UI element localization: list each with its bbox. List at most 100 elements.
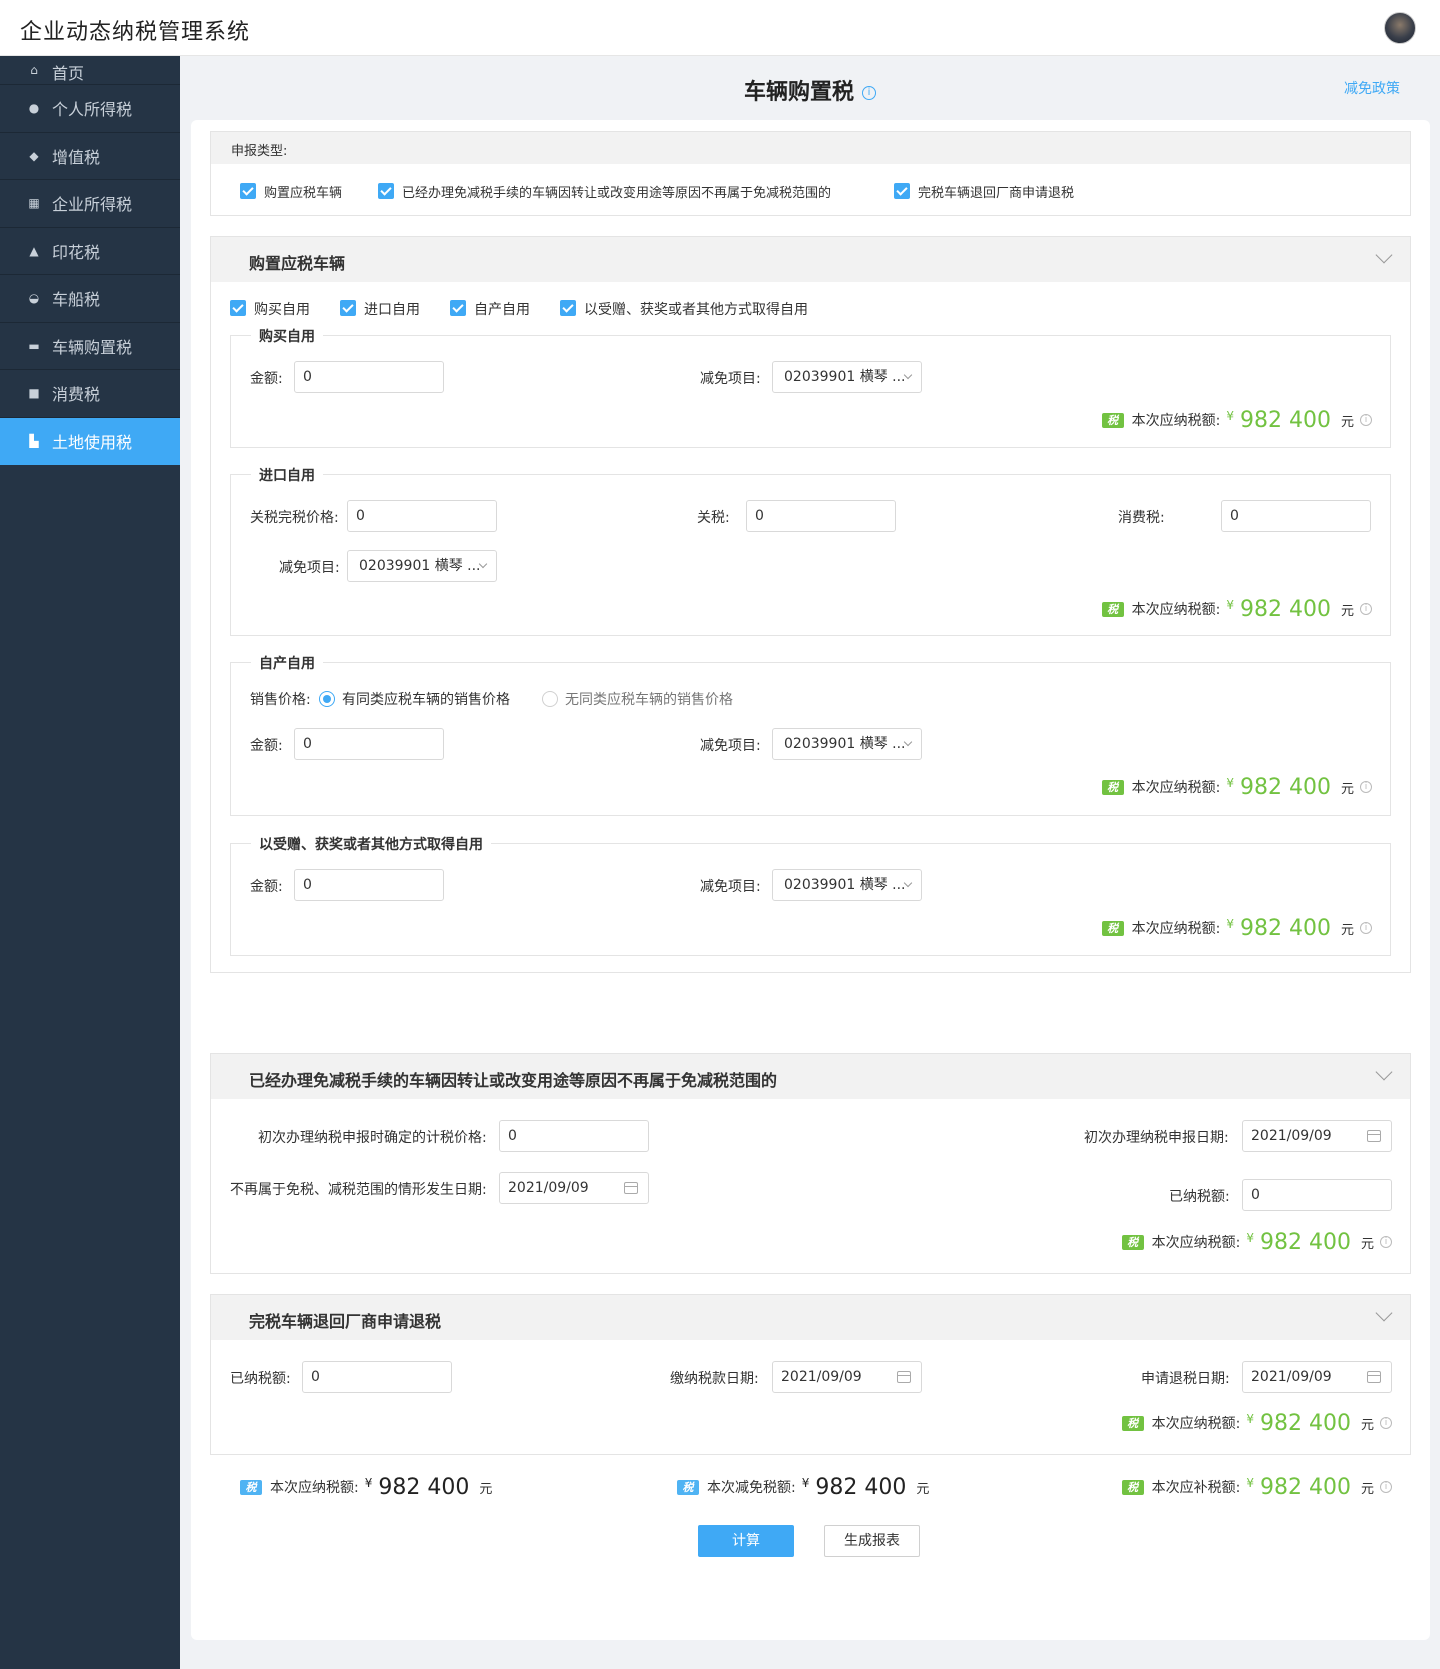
relief-select[interactable]: 02039901 横琴 ... [772,728,922,760]
checkbox-purchase-vehicle[interactable] [240,183,256,199]
relief-select-value: 02039901 横琴 ... [784,736,906,752]
tax-label: 本次应纳税额: [1151,1416,1241,1432]
amount-input[interactable]: 0 [294,869,444,901]
tax-amount-line: 税 本次应纳税额: ¥ 982 400 元 i [1101,406,1372,434]
tax-amount: 982 400 [1240,774,1331,800]
amount-label: 金额: [250,371,283,387]
section-purchase-vehicle-header[interactable]: 购置应税车辆 [211,237,1410,282]
sidebar-item-stamp-tax[interactable]: ▲ 印花税 [0,228,180,275]
unit: 元 [916,1481,930,1497]
sidebar-item-corporate-income-tax[interactable]: ▦ 企业所得税 [0,180,180,228]
occur-date-picker[interactable]: 2021/09/09 [499,1172,649,1204]
section-title: 完税车辆退回厂商申请退税 [249,1312,442,1331]
paid-tax-label: 已纳税额: [1169,1189,1230,1205]
radio-without-price[interactable] [542,691,558,707]
page-title-text: 车辆购置税 [743,80,854,105]
sidebar-item-land-use-tax[interactable]: ▙ 土地使用税 [0,417,180,465]
page-title: 车辆购置税 i [180,74,1440,106]
consumption-tax-input[interactable]: 0 [1221,500,1371,532]
unit: 元 [1360,1417,1374,1433]
tax-label: 本次应纳税额: [1131,413,1221,429]
refund-date-picker[interactable]: 2021/09/09 [1242,1361,1392,1393]
info-icon[interactable]: i [1360,603,1372,615]
page-header: 车辆购置税 i 减免政策 [180,56,1440,120]
sidebar-item-label: 土地使用税 [52,432,133,452]
checkbox-label: 以受赠、获奖或者其他方式取得自用 [584,302,808,318]
tax-amount: 982 400 [1260,1229,1351,1255]
unit: 元 [1340,414,1354,430]
info-icon[interactable]: i [1360,922,1372,934]
paid-tax-input[interactable]: 0 [1242,1179,1392,1211]
amount-label: 金额: [250,879,283,895]
checkbox-import-self-use[interactable] [340,300,356,316]
paid-tax-input[interactable]: 0 [302,1361,452,1393]
sidebar-item-vehicle-purchase-tax[interactable]: ▬ 车辆购置税 [0,323,180,370]
yen-sign: ¥ [1226,917,1234,931]
info-icon[interactable]: i [1360,414,1372,426]
tax-label: 本次应纳税额: [1131,780,1221,796]
first-date-picker[interactable]: 2021/09/09 [1242,1120,1392,1152]
relief-select[interactable]: 02039901 横琴 ... [772,361,922,393]
section-no-longer-exempt-header[interactable]: 已经办理免减税手续的车辆因转让或改变用途等原因不再属于免减税范围的 [211,1054,1410,1099]
fieldset-legend: 进口自用 [251,465,323,485]
sidebar-item-consumption-tax[interactable]: ■ 消费税 [0,370,180,418]
amount-input[interactable]: 0 [294,728,444,760]
sidebar-item-vessel-tax[interactable]: ◒ 车船税 [0,275,180,323]
tax-amount: 982 400 [1260,1410,1351,1436]
checkbox-label: 已经办理免减税手续的车辆因转让或改变用途等原因不再属于免减税范围的 [402,186,832,201]
info-icon[interactable]: i [1380,1417,1392,1429]
radio-label: 有同类应税车辆的销售价格 [342,692,510,708]
info-icon[interactable]: i [1380,1236,1392,1248]
info-icon[interactable]: i [1380,1481,1392,1493]
land-icon: ▙ [29,433,39,448]
relief-select[interactable]: 02039901 横琴 ... [772,869,922,901]
pay-date-picker[interactable]: 2021/09/09 [772,1361,922,1393]
relief-select[interactable]: 02039901 横琴 ... [347,550,497,582]
first-price-input[interactable]: 0 [499,1120,649,1152]
checkbox-no-longer-exempt[interactable] [378,183,394,199]
date-value: 2021/09/09 [508,1180,589,1196]
fieldset-self-produced: 自产自用 销售价格: 有同类应税车辆的销售价格 无同类应税车辆的销售价格 金额:… [230,653,1391,816]
yen-sign: ¥ [1246,1476,1254,1490]
info-icon[interactable]: i [862,86,876,100]
chevron-down-icon[interactable] [1375,1063,1393,1081]
sidebar-item-vat[interactable]: ◆ 增值税 [0,133,180,180]
declaration-type-header: 申报类型: [211,132,1410,164]
fieldset-import-self-use: 进口自用 关税完税价格: 0 关税: 0 消费税: 0 减免项目: 020399… [230,465,1391,636]
section-refund: 完税车辆退回厂商申请退税 已纳税额: 0 缴纳税款日期: 2021/09/09 … [210,1294,1411,1455]
tax-badge-icon: 税 [1121,1415,1144,1431]
date-value: 2021/09/09 [781,1369,862,1385]
tax-amount-line: 税 本次应纳税额: ¥ 982 400 元 i [1101,595,1372,623]
chevron-down-icon[interactable] [1375,1304,1393,1322]
policy-link[interactable]: 减免政策 [1344,78,1400,98]
tax-amount-line: 税 本次应纳税额: ¥ 982 400 元 i [1101,773,1372,801]
checkbox-gift-self-use[interactable] [560,300,576,316]
app-title: 企业动态纳税管理系统 [20,20,251,45]
info-icon[interactable]: i [1360,781,1372,793]
checkbox-label: 进口自用 [364,302,420,318]
consumption-tax-label: 消费税: [1118,510,1165,526]
calculate-button[interactable]: 计算 [698,1525,794,1557]
chevron-down-icon[interactable] [1375,246,1393,264]
relief-select-value: 02039901 横琴 ... [784,877,906,893]
occur-date-label: 不再属于免税、减税范围的情形发生日期: [230,1182,487,1198]
sidebar-item-home[interactable]: ⌂ 首页 [0,56,180,85]
customs-price-input[interactable]: 0 [347,500,497,532]
tariff-input[interactable]: 0 [746,500,896,532]
avatar[interactable] [1384,12,1416,44]
amount-input[interactable]: 0 [294,361,444,393]
section-purchase-vehicle: 购置应税车辆 购买自用 进口自用 自产自用 以受赠、获奖或者其他方式取得自用 购… [210,236,1411,973]
car-icon: ▬ [28,338,40,353]
checkbox-buy-self-use[interactable] [230,300,246,316]
user-icon: ● [28,101,40,116]
tax-badge-icon: 税 [1121,1234,1144,1250]
generate-report-button[interactable]: 生成报表 [824,1525,920,1557]
sidebar-item-personal-income-tax[interactable]: ● 个人所得税 [0,85,180,133]
date-value: 2021/09/09 [1251,1369,1332,1385]
checkbox-refund[interactable] [894,183,910,199]
section-refund-header[interactable]: 完税车辆退回厂商申请退税 [211,1295,1410,1340]
radio-with-price[interactable] [319,691,335,707]
checkbox-self-produced[interactable] [450,300,466,316]
tax-badge-icon: 税 [1101,920,1124,936]
refund-date-label: 申请退税日期: [1141,1371,1230,1387]
